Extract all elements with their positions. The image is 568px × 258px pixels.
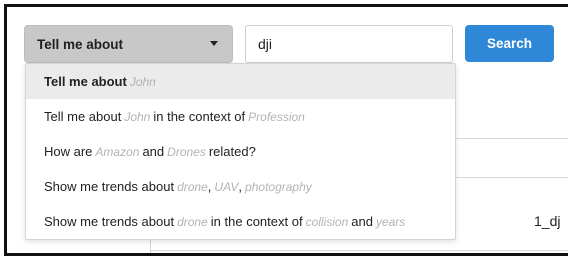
dropdown-option-show-me-trends-in-context[interactable]: Show me trends about drone in the context … <box>26 204 455 239</box>
option-text: How are <box>44 144 93 159</box>
option-text: Show me trends about <box>44 214 175 229</box>
option-placeholder: Drones <box>167 144 206 159</box>
search-button[interactable]: Search <box>465 25 554 62</box>
query-type-selected-label: Tell me about <box>37 36 124 52</box>
option-text: in the context of <box>153 109 246 124</box>
option-text: and <box>142 144 165 159</box>
option-placeholder: drone <box>177 179 208 194</box>
option-placeholder: Profession <box>248 109 305 124</box>
table-divider <box>150 250 568 251</box>
option-text: and <box>351 214 373 229</box>
option-placeholder: photography <box>245 179 312 194</box>
option-text: Tell me about <box>44 109 122 124</box>
query-type-select[interactable]: Tell me about <box>24 25 233 63</box>
table-cell: 1_dj <box>534 213 561 229</box>
option-text: , <box>207 179 212 194</box>
option-text: Show me trends about <box>44 179 175 194</box>
option-placeholder: Amazon <box>95 144 140 159</box>
option-text: Tell me about <box>44 74 127 89</box>
dropdown-option-tell-me-about-in-context[interactable]: Tell me about John in the context of Profes… <box>26 99 455 134</box>
option-text: related? <box>208 144 256 159</box>
dropdown-option-how-are-related[interactable]: How are Amazon and Drones related? <box>26 134 455 169</box>
query-type-dropdown: Tell me about John Tell me about John in th… <box>25 63 456 240</box>
option-placeholder: collision <box>305 214 349 229</box>
option-placeholder: years <box>375 214 406 229</box>
option-text: in the context of <box>210 214 303 229</box>
option-placeholder: drone <box>177 214 208 229</box>
option-placeholder: UAV <box>214 179 239 194</box>
search-input[interactable] <box>245 25 453 63</box>
dropdown-option-tell-me-about[interactable]: Tell me about John <box>26 64 455 99</box>
option-text: , <box>238 179 243 194</box>
option-placeholder: John <box>129 74 156 89</box>
caret-down-icon <box>210 41 218 46</box>
option-placeholder: John <box>124 109 151 124</box>
dropdown-option-show-me-trends[interactable]: Show me trends about drone, UAV, photograph… <box>26 169 455 204</box>
